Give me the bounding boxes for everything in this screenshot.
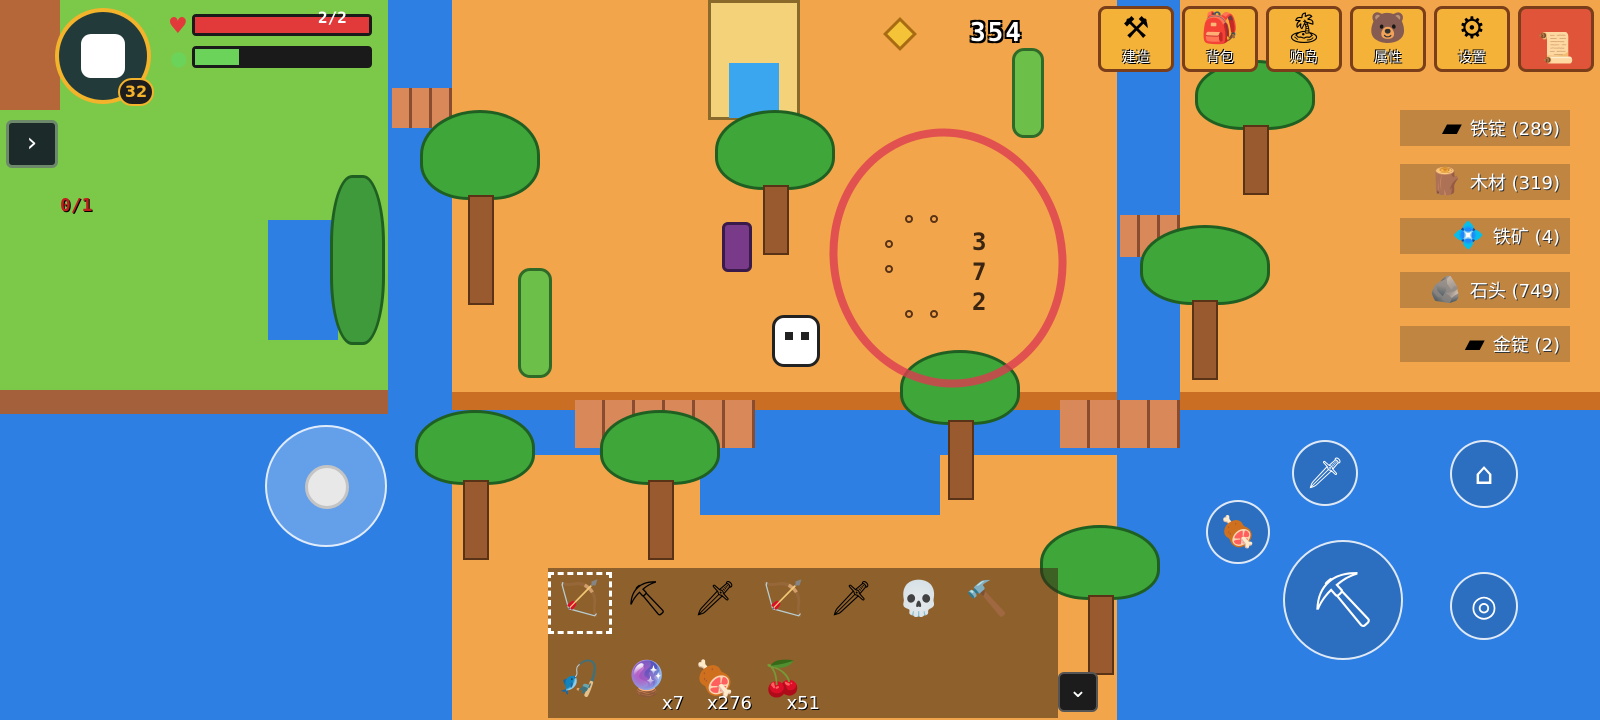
chevron-right-icon: ›	[26, 128, 38, 158]
energy-icon: ●	[170, 46, 188, 70]
gold-ingot-icon: ▰	[1464, 329, 1485, 359]
energy-bar	[192, 46, 372, 68]
anvil-icon: ⚒	[1122, 11, 1150, 46]
hotbar-slot[interactable]: 💀	[888, 568, 950, 630]
weapon-quick-button[interactable]: 🗡	[1292, 440, 1358, 506]
resource-label: 金锭 (2)	[1492, 335, 1560, 356]
hotbar: 🏹 ⛏ 🗡 🏹 🗡 💀 🔨 🎣 🔮 x7 🍖 x276 🍒 x51	[548, 568, 1058, 718]
resource-row: 🪵 木材 (319)	[1400, 164, 1570, 200]
coin-count: 354	[970, 18, 1023, 48]
resource-label: 石头 (749)	[1469, 281, 1560, 302]
hotbar-slot[interactable]: 🔮 x7	[616, 648, 684, 714]
grass-pond	[268, 220, 338, 340]
pickaxe-icon: ⛏	[1308, 568, 1378, 631]
resource-label: 铁矿 (4)	[1492, 227, 1560, 248]
hotbar-slot[interactable]: 🎣	[548, 648, 610, 710]
food-quick-button[interactable]: 🍖	[1206, 500, 1270, 564]
resource-label: 木材 (319)	[1469, 173, 1560, 194]
stats-icon: 🐻	[1369, 11, 1407, 46]
menu-label: 属性	[1374, 50, 1402, 66]
lantern[interactable]	[722, 222, 752, 272]
gear-icon: ⚙	[1458, 11, 1486, 46]
selected-slot-frame	[548, 572, 612, 634]
island-icon: 🏝	[1284, 11, 1324, 46]
iron-ingot-icon: ▰	[1441, 113, 1462, 143]
bridge-south-right	[1060, 400, 1180, 448]
top-menu: ⚒ 建造 🎒 背包 🏝 购岛 🐻 属性 ⚙ 设置 📜	[1098, 6, 1594, 72]
wood-icon: 🪵	[1429, 167, 1462, 197]
resource-label: 铁锭 (289)	[1469, 119, 1560, 140]
main-action-button[interactable]: ⛏	[1283, 540, 1403, 660]
hotbar-slot[interactable]: ⛏	[616, 568, 678, 630]
shovel-icon: ⛏	[625, 579, 669, 619]
resource-list: ▰ 铁锭 (289) 🪵 木材 (319) 💠 铁矿 (4) 🪨 石头 (749) ▰ 金锭 (2…	[1400, 110, 1600, 380]
hotbar-slot[interactable]: 🍖 x276	[684, 648, 752, 714]
roll-button[interactable]: ◎	[1450, 572, 1518, 640]
menu-button-5[interactable]: 📜	[1518, 6, 1594, 72]
home-icon: ⌂	[1474, 456, 1494, 492]
player-level-badge: 32	[118, 78, 154, 106]
menu-label: 背包	[1206, 50, 1234, 66]
sand-island-right-edge	[1180, 392, 1600, 410]
menu-label: 设置	[1458, 50, 1486, 66]
hotbar-top-row: 🏹 ⛏ 🗡 🏹 🗡 💀 🔨	[548, 568, 1018, 630]
hotbar-bottom-row: 🎣 🔮 x7 🍖 x276 🍒 x51	[548, 648, 820, 714]
hotbar-slot[interactable]: 🍒 x51	[752, 648, 820, 714]
sword-icon: 🗡	[693, 579, 737, 619]
resource-row: 🪨 石头 (749)	[1400, 272, 1570, 308]
health-text: 2/2	[318, 8, 347, 27]
menu-label: 建造	[1122, 50, 1150, 66]
palm-tree[interactable]	[1040, 525, 1160, 675]
hammer-icon: 🔨	[965, 579, 1009, 619]
item-count: x51	[786, 693, 820, 714]
grass-island-edge	[0, 390, 388, 414]
player-character	[772, 315, 820, 367]
energy-bar-fill	[195, 49, 239, 65]
golden-sword-icon: 🗡	[829, 579, 873, 619]
hotbar-collapse-button[interactable]: ⌄	[1058, 672, 1098, 712]
fishing-rod-icon: 🎣	[557, 659, 601, 699]
hotbar-slot[interactable]: 🗡	[820, 568, 882, 630]
palm-tree[interactable]	[415, 410, 535, 560]
cactus[interactable]	[1012, 48, 1044, 138]
heart-icon: ♥	[168, 14, 188, 39]
dodge-icon: ◎	[1470, 588, 1498, 624]
home-button[interactable]: ⌂	[1450, 440, 1518, 508]
menu-label: 购岛	[1290, 50, 1318, 66]
palm-tree[interactable]	[600, 410, 720, 560]
bow-icon: 🏹	[761, 579, 805, 619]
backpack-icon: 🎒	[1201, 11, 1239, 46]
palm-tree[interactable]	[1140, 225, 1270, 385]
menu-button-1[interactable]: 🎒 背包	[1182, 6, 1258, 72]
resource-row: 💠 铁矿 (4)	[1400, 218, 1570, 254]
cliff-rock	[0, 0, 60, 110]
map-scroll-icon: 📜	[1537, 31, 1575, 66]
item-count: x7	[661, 693, 684, 714]
quest-progress: 0/1	[60, 195, 93, 216]
menu-button-2[interactable]: 🏝 购岛	[1266, 6, 1342, 72]
chevron-down-icon: ⌄	[1068, 678, 1088, 703]
resource-row: ▰ 铁锭 (289)	[1400, 110, 1570, 146]
movement-joystick[interactable]	[265, 425, 387, 547]
shrine-structure[interactable]	[708, 0, 800, 120]
joystick-knob[interactable]	[305, 465, 349, 509]
golden-sword-icon: 🗡	[1305, 455, 1345, 491]
pine-tree[interactable]	[330, 175, 385, 365]
meat-icon: 🍖	[1219, 514, 1257, 550]
skull-staff-icon: 💀	[897, 579, 941, 619]
stone-icon: 🪨	[1429, 275, 1462, 305]
resource-row: ▰ 金锭 (2)	[1400, 326, 1570, 362]
cactus[interactable]	[518, 268, 552, 378]
expand-panel-button[interactable]: ›	[6, 120, 58, 168]
menu-button-3[interactable]: 🐻 属性	[1350, 6, 1426, 72]
hotbar-slot[interactable]: 🔨	[956, 568, 1018, 630]
hotbar-slot[interactable]: 🏹	[752, 568, 814, 630]
menu-button-4[interactable]: ⚙ 设置	[1434, 6, 1510, 72]
iron-ore-icon: 💠	[1452, 221, 1485, 251]
hotbar-slot[interactable]: 🗡	[684, 568, 746, 630]
palm-tree[interactable]	[1195, 60, 1315, 200]
menu-button-0[interactable]: ⚒ 建造	[1098, 6, 1174, 72]
item-count: x276	[706, 693, 752, 714]
